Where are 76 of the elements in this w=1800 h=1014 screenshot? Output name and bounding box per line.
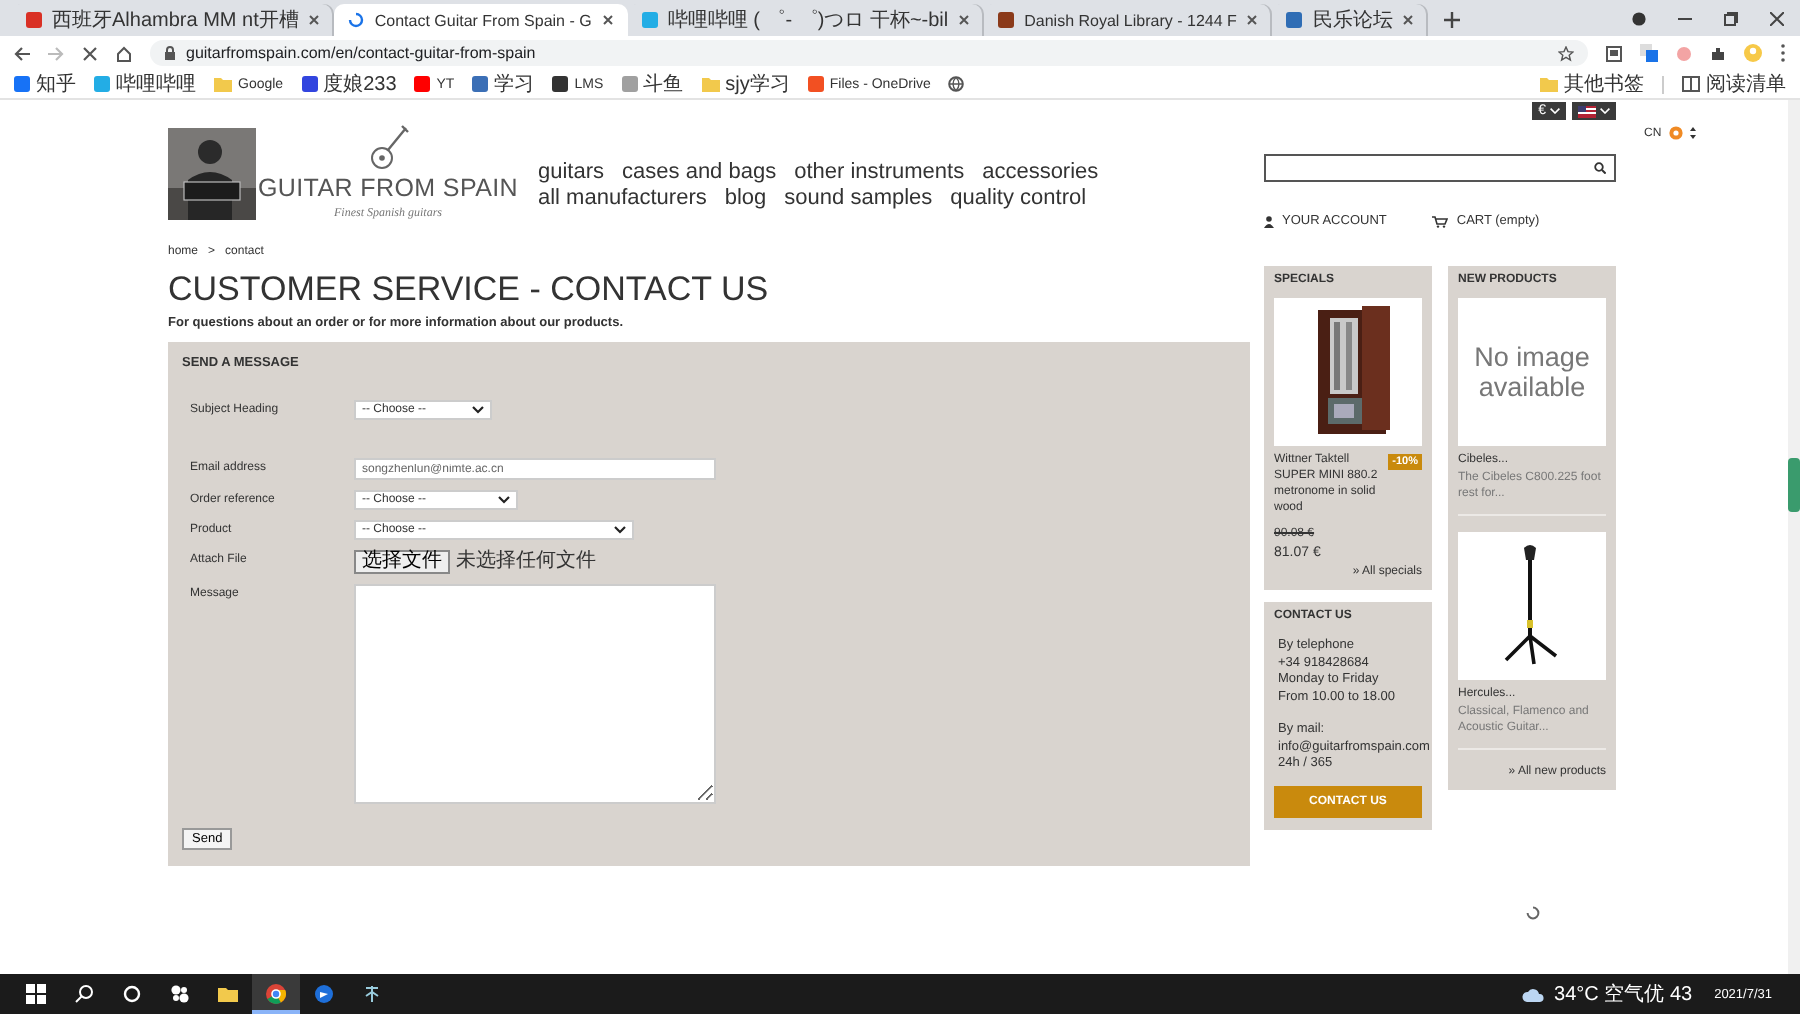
stop-icon[interactable] bbox=[82, 45, 98, 61]
profile-card-icon[interactable] bbox=[1606, 45, 1622, 61]
address-field[interactable]: guitarfromspain.com/en/contact-guitar-from-spain bbox=[150, 40, 1588, 66]
nav-link[interactable]: cases and bags bbox=[622, 160, 777, 184]
folder-icon bbox=[701, 76, 720, 92]
caret-icon bbox=[498, 496, 510, 504]
scroll-thumb[interactable] bbox=[1788, 458, 1800, 512]
folder-icon[interactable] bbox=[218, 984, 238, 1004]
file-status: 未选择任何文件 bbox=[456, 550, 596, 574]
nav-link[interactable]: other instruments bbox=[794, 160, 965, 184]
bookmark[interactable]: 学习 bbox=[472, 70, 535, 98]
user-icon bbox=[1264, 215, 1274, 227]
close-icon[interactable] bbox=[308, 14, 321, 26]
bookmark[interactable] bbox=[948, 76, 965, 92]
caret-icon bbox=[472, 406, 484, 414]
search-icon bbox=[1594, 162, 1606, 174]
message-field[interactable] bbox=[354, 584, 716, 804]
close-icon[interactable] bbox=[601, 14, 614, 26]
bookmark[interactable]: 其他书签 bbox=[1540, 70, 1644, 98]
close-icon[interactable] bbox=[1402, 14, 1415, 26]
chrome-icon[interactable] bbox=[266, 984, 286, 1004]
caret-icon bbox=[1550, 108, 1560, 114]
browser-tab[interactable]: Danish Royal Library - 1244 F bbox=[984, 4, 1273, 36]
caret-icon bbox=[1600, 108, 1610, 114]
bookmark[interactable]: 斗鱼 bbox=[621, 70, 684, 98]
menu-icon[interactable] bbox=[1780, 44, 1786, 62]
language-flag-selector[interactable] bbox=[1572, 102, 1616, 120]
missing-image-notice: No image available bbox=[1458, 298, 1606, 446]
choose-file-button[interactable]: 选择文件 bbox=[354, 550, 450, 574]
record-icon[interactable] bbox=[1632, 11, 1646, 25]
folder-icon bbox=[1540, 76, 1558, 92]
bookmark[interactable]: 知乎 bbox=[14, 70, 76, 98]
browser-tab[interactable]: Contact Guitar From Spain - G bbox=[334, 4, 628, 36]
new-tab-icon[interactable] bbox=[1444, 12, 1461, 28]
cloud-icon bbox=[1522, 987, 1545, 1001]
search-icon[interactable] bbox=[74, 984, 94, 1004]
puzzle-icon[interactable] bbox=[1710, 45, 1726, 61]
caret-icon bbox=[614, 526, 626, 534]
windows-start-icon[interactable] bbox=[26, 984, 46, 1004]
sort-icon bbox=[1689, 126, 1696, 140]
page-title: CUSTOMER SERVICE - CONTACT US bbox=[168, 270, 771, 310]
circle-icon[interactable] bbox=[122, 984, 142, 1004]
back-icon[interactable] bbox=[14, 45, 30, 61]
reading-list-icon bbox=[1682, 76, 1700, 92]
bookmark[interactable]: 阅读清单 bbox=[1682, 70, 1786, 98]
bookmark-star-icon[interactable] bbox=[1558, 45, 1574, 61]
globe-icon bbox=[948, 76, 965, 92]
close-icon[interactable] bbox=[1246, 14, 1259, 26]
logo-text: GUITAR FROM SPAIN bbox=[257, 174, 519, 202]
close-icon[interactable] bbox=[1770, 11, 1784, 25]
edge-icon[interactable] bbox=[314, 984, 334, 1004]
app-icon[interactable] bbox=[170, 984, 190, 1004]
bookmark[interactable]: 哔哩哔哩 bbox=[94, 70, 196, 98]
folder-icon bbox=[214, 76, 232, 92]
nav-link[interactable]: accessories bbox=[982, 160, 1099, 184]
bookmark[interactable]: sjy学习 bbox=[701, 70, 790, 98]
restore-icon[interactable] bbox=[1724, 11, 1738, 25]
cart-icon bbox=[1432, 215, 1449, 227]
nav-link[interactable]: quality control bbox=[950, 186, 1087, 210]
browser-tab[interactable]: 哔哩哔哩 ( ゜- ゜)つロ 干杯~-bil bbox=[627, 4, 985, 36]
weather-text: 34°C 空气优 43 bbox=[1554, 981, 1693, 1008]
guitar-icon bbox=[366, 124, 410, 172]
loading-icon bbox=[348, 12, 365, 28]
search-field[interactable] bbox=[1264, 154, 1616, 182]
close-icon[interactable] bbox=[958, 14, 971, 26]
nav-link[interactable]: blog bbox=[724, 186, 767, 210]
loading-spinner-icon bbox=[1525, 906, 1539, 920]
nav-link[interactable]: all manufacturers bbox=[538, 186, 707, 210]
nav-link[interactable]: guitars bbox=[538, 160, 605, 184]
browser-tab[interactable]: 民乐论坛 bbox=[1272, 4, 1429, 36]
lock-icon bbox=[164, 46, 176, 60]
nav-link[interactable]: sound samples bbox=[784, 186, 933, 210]
home-icon[interactable] bbox=[116, 45, 132, 61]
browser-tab[interactable]: 西班牙Alhambra MM nt开槽 bbox=[12, 4, 335, 36]
bookmark[interactable]: 度娘233 bbox=[301, 70, 397, 98]
app-icon[interactable] bbox=[362, 984, 382, 1004]
